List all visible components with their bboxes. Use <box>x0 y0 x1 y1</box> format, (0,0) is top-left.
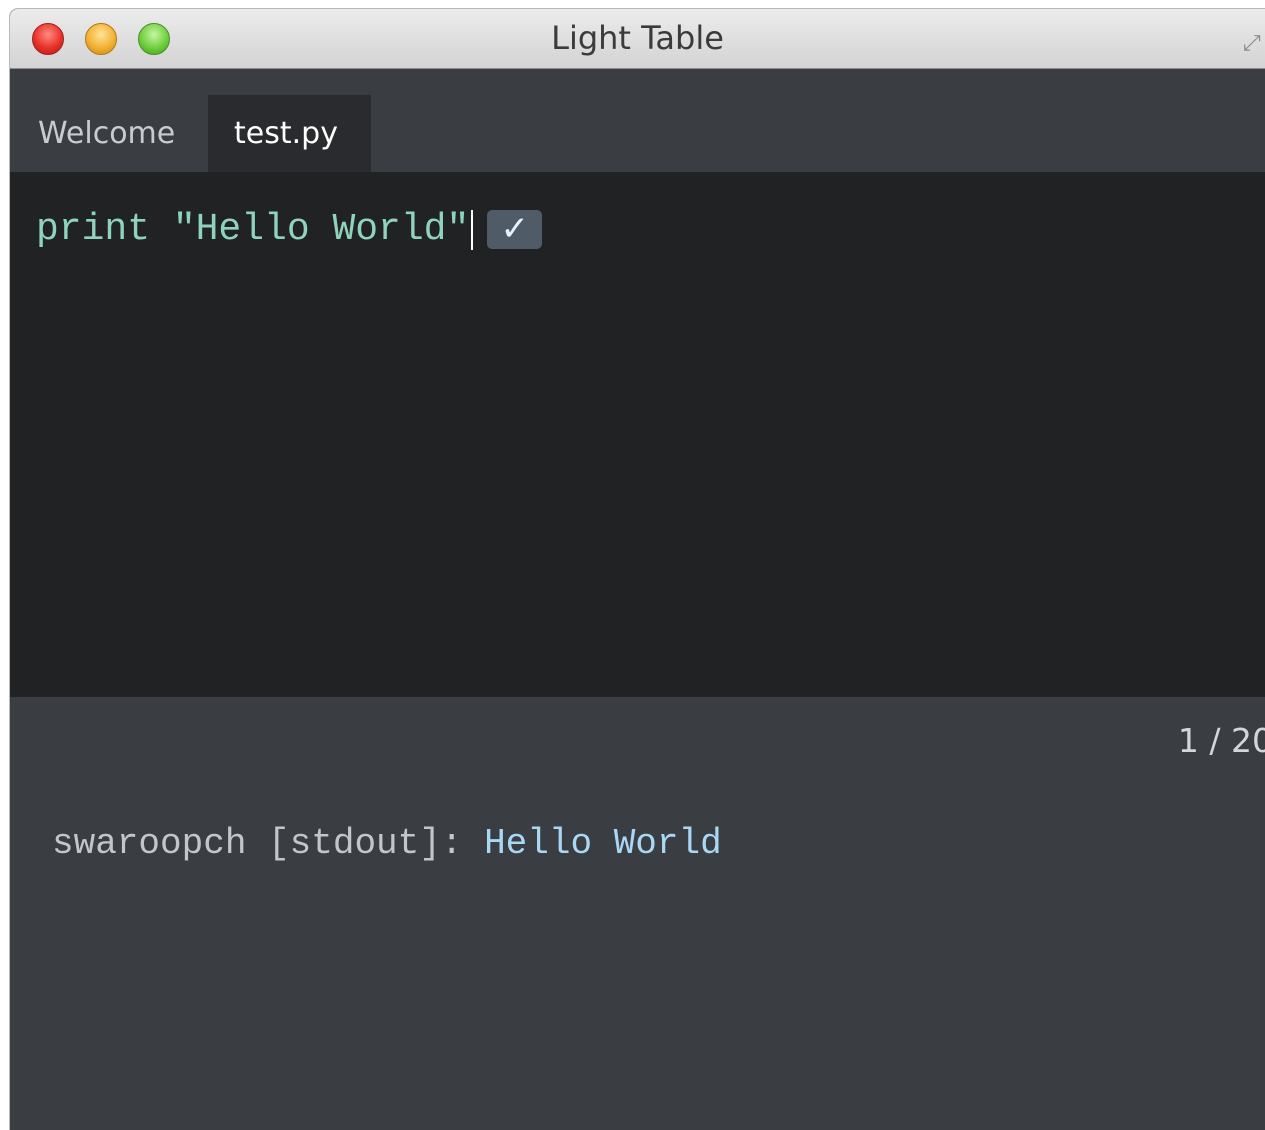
window-title: Light Table <box>551 19 724 57</box>
console-pager: 1 / 20 <box>1177 721 1265 760</box>
title-bar[interactable]: Light Table ⤢ <box>10 9 1265 69</box>
tab-bar: Welcome test.py <box>10 69 1265 172</box>
fullscreen-icon[interactable]: ⤢ <box>1243 33 1265 55</box>
eval-result-check-icon[interactable]: ✓ <box>487 210 543 249</box>
console-output-text: Hello World <box>484 823 722 864</box>
code-editor[interactable]: print "Hello World" ✓ <box>10 172 1265 697</box>
code-line[interactable]: print "Hello World" ✓ <box>36 208 543 251</box>
console-source-label: swaroopch [stdout]: <box>52 823 485 864</box>
tab-welcome[interactable]: Welcome <box>12 95 201 172</box>
app-window: Light Table ⤢ Welcome test.py print "Hel… <box>10 9 1265 1130</box>
console-panel: 1 / 20 swaroopch [stdout]: Hello World <box>10 697 1265 1130</box>
tab-test-py[interactable]: test.py <box>208 95 371 172</box>
text-cursor <box>471 209 474 250</box>
code-text: print "Hello World" <box>36 208 470 251</box>
console-log-line: swaroopch [stdout]: Hello World <box>52 823 722 864</box>
